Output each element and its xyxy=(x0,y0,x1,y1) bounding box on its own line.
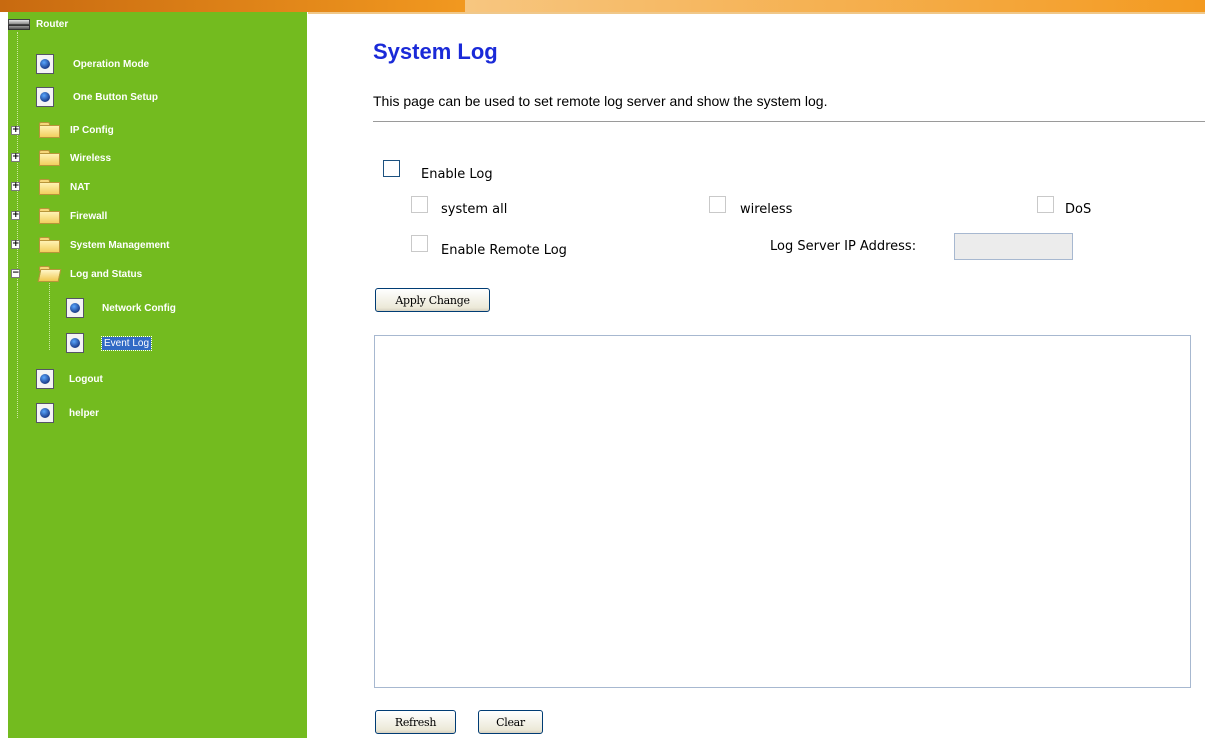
sidebar-item-label: Operation Mode xyxy=(73,58,150,70)
folder-icon xyxy=(39,237,60,253)
sidebar-item-network-config[interactable]: Network Config xyxy=(66,298,176,318)
page-icon xyxy=(36,403,54,423)
expand-icon[interactable]: + xyxy=(11,240,20,249)
folder-icon xyxy=(39,150,60,166)
log-textarea[interactable] xyxy=(374,335,1191,688)
sidebar-item-operation-mode[interactable]: Operation Mode xyxy=(36,54,149,74)
sidebar-item-label: Log and Status xyxy=(70,268,143,280)
apply-change-button[interactable]: Apply Change xyxy=(375,288,490,312)
sidebar-item-label: NAT xyxy=(70,181,90,193)
navigation-tree: Router Operation Mode One Button Setup +… xyxy=(8,12,307,738)
divider xyxy=(373,121,1205,122)
dos-checkbox[interactable] xyxy=(1037,196,1054,213)
dos-label: DoS xyxy=(1065,202,1092,217)
sidebar-item-system-management[interactable]: System Management xyxy=(39,235,169,255)
sidebar-item-label: One Button Setup xyxy=(73,91,158,103)
sidebar-item-label: System Management xyxy=(70,239,170,251)
folder-icon xyxy=(39,122,60,138)
sidebar-item-event-log[interactable]: Event Log xyxy=(66,333,153,353)
page-icon xyxy=(36,54,54,74)
sidebar-item-label: Firewall xyxy=(70,210,108,222)
clear-button[interactable]: Clear xyxy=(478,710,543,734)
page-icon xyxy=(66,298,84,318)
page-title: System Log xyxy=(373,39,498,64)
page-description: This page can be used to set remote log … xyxy=(373,93,828,109)
sidebar-item-label: Wireless xyxy=(70,152,112,164)
tree-root-label: Router xyxy=(36,18,69,30)
expand-icon[interactable]: + xyxy=(11,182,20,191)
wireless-checkbox[interactable] xyxy=(709,196,726,213)
sidebar-item-logout[interactable]: Logout xyxy=(36,369,103,389)
top-banner-gradient xyxy=(465,0,1205,12)
top-banner xyxy=(0,0,1205,14)
refresh-button[interactable]: Refresh xyxy=(375,710,456,734)
system-all-label: system all xyxy=(441,202,508,217)
sidebar-item-firewall[interactable]: Firewall xyxy=(39,206,107,226)
sidebar-item-wireless[interactable]: Wireless xyxy=(39,148,111,168)
sidebar-item-log-and-status[interactable]: Log and Status xyxy=(39,264,142,284)
folder-icon xyxy=(39,179,60,195)
system-all-checkbox[interactable] xyxy=(411,196,428,213)
wireless-label: wireless xyxy=(740,202,793,217)
sidebar-item-nat[interactable]: NAT xyxy=(39,177,90,197)
sidebar-item-label: Logout xyxy=(69,373,103,385)
collapse-icon[interactable]: − xyxy=(11,269,20,278)
expand-icon[interactable]: + xyxy=(11,153,20,162)
router-icon xyxy=(8,17,30,31)
tree-line xyxy=(49,280,51,350)
expand-icon[interactable]: + xyxy=(11,126,20,135)
expand-icon[interactable]: + xyxy=(11,211,20,220)
open-folder-icon xyxy=(39,266,60,282)
enable-log-checkbox[interactable] xyxy=(383,160,400,177)
sidebar-item-label: Event Log xyxy=(100,335,153,351)
page-icon xyxy=(66,333,84,353)
sidebar-item-label: IP Config xyxy=(70,124,114,136)
enable-remote-log-checkbox[interactable] xyxy=(411,235,428,252)
sidebar-item-helper[interactable]: helper xyxy=(36,403,99,423)
page-icon xyxy=(36,87,54,107)
tree-line xyxy=(17,284,19,418)
sidebar-item-one-button-setup[interactable]: One Button Setup xyxy=(36,87,158,107)
sidebar-item-label: Network Config xyxy=(102,302,176,314)
folder-icon xyxy=(39,208,60,224)
tree-root-router[interactable]: Router xyxy=(8,14,68,34)
sidebar-item-label: helper xyxy=(69,407,100,419)
page-icon xyxy=(36,369,54,389)
content-panel: System Log This page can be used to set … xyxy=(308,12,1205,738)
enable-log-label: Enable Log xyxy=(421,167,493,182)
log-server-ip-input[interactable] xyxy=(954,233,1073,260)
enable-remote-log-label: Enable Remote Log xyxy=(441,243,567,258)
log-server-ip-label: Log Server IP Address: xyxy=(770,239,917,254)
sidebar-item-ip-config[interactable]: IP Config xyxy=(39,120,114,140)
